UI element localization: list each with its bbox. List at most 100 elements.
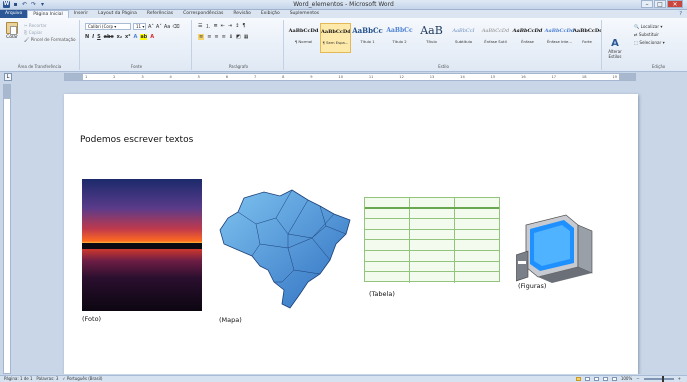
- table-row[interactable]: [365, 198, 499, 209]
- zoom-out-icon[interactable]: −: [636, 376, 639, 382]
- style-forte[interactable]: AaBbCcDd Forte: [573, 23, 601, 53]
- outline-view-icon[interactable]: [602, 377, 608, 381]
- tab-revisao[interactable]: Revisão: [228, 10, 255, 18]
- grow-font-icon[interactable]: A˄: [148, 24, 154, 30]
- italic-icon[interactable]: I: [92, 34, 94, 40]
- strikethrough-icon[interactable]: abc: [104, 34, 114, 40]
- caption-foto[interactable]: (Foto): [82, 315, 101, 323]
- zoom-in-icon[interactable]: +: [678, 376, 681, 382]
- full-screen-view-icon[interactable]: [584, 377, 590, 381]
- cut-button[interactable]: ✂ Recortar: [24, 22, 76, 29]
- superscript-icon[interactable]: x²: [125, 34, 130, 40]
- font-color-icon[interactable]: A: [150, 34, 154, 40]
- highlight-icon[interactable]: ab: [140, 34, 148, 40]
- tab-correspondencias[interactable]: Correspondências: [178, 10, 228, 18]
- style-titulo-1[interactable]: AaBbCc Título 1: [352, 23, 383, 53]
- decrease-indent-icon[interactable]: ⇤: [221, 23, 225, 30]
- style-normal[interactable]: AaBbCcDd ¶ Normal: [288, 23, 319, 53]
- brazil-map-image[interactable]: [216, 186, 356, 316]
- text-effects-icon[interactable]: A: [133, 34, 137, 40]
- style-titulo[interactable]: AaB Título: [416, 23, 447, 53]
- maximize-button[interactable]: □: [654, 0, 666, 8]
- bold-icon[interactable]: N: [85, 34, 89, 40]
- language-indicator[interactable]: Português (Brasil): [67, 376, 103, 381]
- style-titulo-2[interactable]: AaBbCc Título 2: [384, 23, 415, 53]
- table-row[interactable]: [365, 219, 499, 230]
- draft-view-icon[interactable]: [611, 377, 617, 381]
- shading-icon[interactable]: ◩: [236, 34, 241, 40]
- computer-clipart-image[interactable]: [516, 211, 596, 283]
- line-spacing-icon[interactable]: ↨: [229, 34, 233, 40]
- document-heading[interactable]: Podemos escrever textos: [80, 135, 193, 145]
- find-icon: 🔍: [634, 24, 640, 29]
- style-enfase[interactable]: AaBbCcDd Ênfase: [512, 23, 543, 53]
- paste-button[interactable]: Colar: [3, 22, 21, 40]
- underline-icon[interactable]: S: [97, 34, 101, 40]
- tab-referencias[interactable]: Referências: [142, 10, 178, 18]
- align-center-icon[interactable]: ≡: [207, 34, 211, 40]
- subscript-icon[interactable]: x₂: [117, 34, 122, 40]
- show-marks-icon[interactable]: ¶: [242, 23, 245, 30]
- sort-icon[interactable]: ↕: [235, 23, 239, 30]
- align-left-icon[interactable]: ≡: [198, 34, 205, 40]
- increase-indent-icon[interactable]: ⇥: [228, 23, 232, 30]
- shrink-font-icon[interactable]: A˅: [156, 24, 162, 30]
- align-right-icon[interactable]: ≡: [214, 34, 218, 40]
- word-count[interactable]: Palavras: 3: [36, 376, 58, 381]
- vertical-ruler[interactable]: [3, 84, 11, 374]
- ribbon-tabs: Arquivo Página Inicial Inserir Layout da…: [0, 9, 687, 19]
- page-count[interactable]: Página: 1 de 1: [4, 376, 33, 381]
- document-area[interactable]: Podemos escrever textos (Foto) (Mapa) (T…: [12, 82, 675, 374]
- print-layout-view-icon[interactable]: [575, 377, 581, 381]
- zoom-slider[interactable]: [643, 376, 674, 382]
- document-page[interactable]: Podemos escrever textos (Foto) (Mapa) (T…: [64, 94, 638, 374]
- table-row[interactable]: [365, 261, 499, 273]
- style-sem-espacamento[interactable]: AaBbCcDd ¶ Sem Espa...: [320, 23, 351, 53]
- justify-icon[interactable]: ≡: [222, 34, 226, 40]
- bullets-icon[interactable]: ☰: [198, 23, 202, 30]
- tab-exibicao[interactable]: Exibição: [256, 10, 285, 18]
- change-styles-button[interactable]: A Alterar Estilos: [606, 38, 624, 59]
- editing-group: 🔍 Localizar ▾ ⇄ Substituir ⬚ Selecionar …: [630, 20, 687, 70]
- tab-arquivo[interactable]: Arquivo: [0, 10, 28, 18]
- font-size-select[interactable]: 11 ▾: [133, 23, 146, 30]
- table-row[interactable]: [365, 272, 499, 283]
- select-button[interactable]: ⬚ Selecionar ▾: [634, 39, 665, 47]
- replace-button[interactable]: ⇄ Substituir: [634, 31, 665, 39]
- change-case-icon[interactable]: Aa: [164, 24, 170, 30]
- style-enfase-sutil[interactable]: AaBbCcDd Ênfase Sutil: [480, 23, 511, 53]
- minimize-button[interactable]: –: [641, 0, 653, 8]
- zoom-level[interactable]: 100%: [621, 376, 632, 382]
- tab-suplementos[interactable]: Suplementos: [285, 10, 324, 18]
- find-button[interactable]: 🔍 Localizar ▾: [634, 23, 665, 31]
- caption-figuras[interactable]: (Figuras): [518, 282, 546, 290]
- help-icon[interactable]: ?: [679, 11, 687, 17]
- clear-format-icon[interactable]: ⌫: [172, 24, 179, 30]
- editing-group-label: Edição: [651, 64, 666, 69]
- caption-tabela[interactable]: (Tabela): [369, 290, 395, 298]
- copy-button[interactable]: ⎘ Copiar: [24, 29, 76, 36]
- format-painter-button[interactable]: 🖌 Pincel de Formatação: [24, 36, 76, 43]
- tab-inserir[interactable]: Inserir: [69, 10, 93, 18]
- table-row[interactable]: [365, 229, 499, 241]
- style-enfase-intensa[interactable]: AaBbCcDd Ênfase Inte...: [544, 23, 575, 53]
- font-family-select[interactable]: Calibri (Corp ▾: [85, 23, 131, 30]
- table-row[interactable]: [365, 240, 499, 251]
- numbering-icon[interactable]: ⒈: [205, 23, 210, 30]
- change-styles-icon: A: [611, 38, 619, 49]
- borders-icon[interactable]: ▦: [244, 34, 249, 40]
- proofing-icon[interactable]: ✓: [62, 376, 65, 381]
- table-row[interactable]: [365, 208, 499, 220]
- paste-icon: [6, 22, 18, 35]
- tab-selector[interactable]: L: [4, 73, 12, 81]
- caption-mapa[interactable]: (Mapa): [219, 316, 242, 324]
- green-table[interactable]: [364, 197, 500, 283]
- style-subtitulo[interactable]: AaBbCcI Subtítulo: [448, 23, 479, 53]
- table-row[interactable]: [365, 250, 499, 262]
- web-layout-view-icon[interactable]: [593, 377, 599, 381]
- horizontal-ruler[interactable]: 1 2 3 4 5 6 7 8 9 10 11 12 13 14 15 16 17 18 19: [64, 73, 636, 81]
- sunset-photo[interactable]: [82, 179, 202, 311]
- tab-layout[interactable]: Layout da Página: [93, 10, 142, 18]
- close-button[interactable]: ✕: [667, 0, 683, 8]
- multilevel-list-icon[interactable]: ≣: [214, 23, 218, 30]
